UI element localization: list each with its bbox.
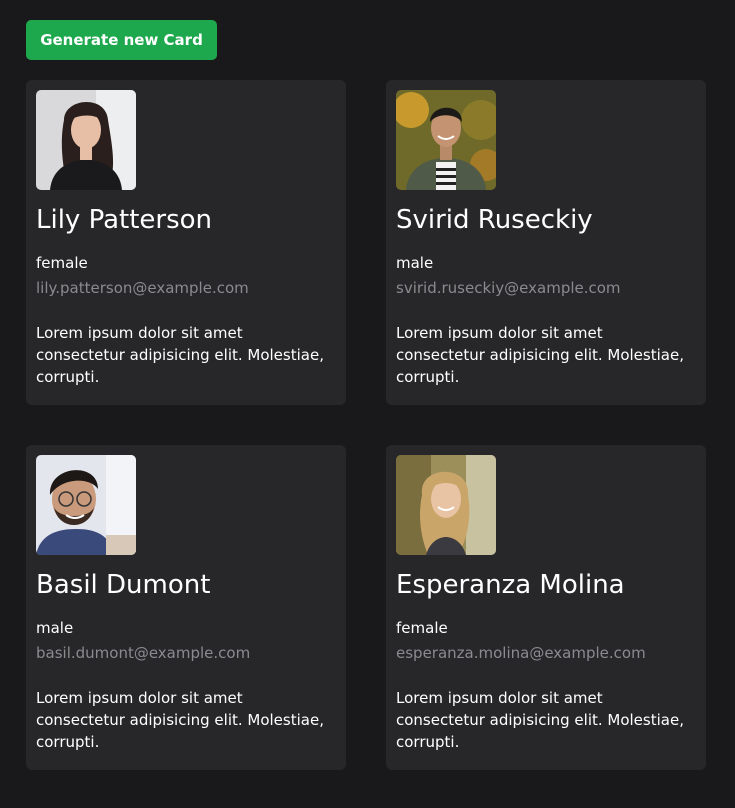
- card-gender: female: [396, 619, 448, 637]
- card-email: esperanza.molina@example.com: [396, 644, 646, 662]
- card-name: Svirid Ruseckiy: [396, 205, 593, 235]
- card-gender: male: [396, 254, 434, 272]
- card-email: lily.patterson@example.com: [36, 279, 249, 297]
- card-description: Lorem ipsum dolor sit amet consectetur a…: [396, 689, 684, 751]
- user-card: Basil Dumont male basil.dumont@example.c…: [26, 445, 346, 770]
- card-description: Lorem ipsum dolor sit amet consectetur a…: [36, 689, 324, 751]
- user-card: Esperanza Molina female esperanza.molina…: [386, 445, 706, 770]
- user-card: Svirid Ruseckiy male svirid.ruseckiy@exa…: [386, 80, 706, 405]
- card-email: svirid.ruseckiy@example.com: [396, 279, 621, 297]
- card-email: basil.dumont@example.com: [36, 644, 251, 662]
- card-gender: female: [36, 254, 88, 272]
- app-page: Generate new Card Lily Patterson female …: [0, 0, 735, 808]
- card-description: Lorem ipsum dolor sit amet consectetur a…: [36, 324, 324, 386]
- generate-card-button[interactable]: Generate new Card: [26, 20, 217, 60]
- card-name: Basil Dumont: [36, 570, 211, 600]
- user-card: Lily Patterson female lily.patterson@exa…: [26, 80, 346, 405]
- avatar: [396, 90, 496, 190]
- card-name: Lily Patterson: [36, 205, 213, 235]
- avatar: [396, 455, 496, 555]
- avatar: [36, 90, 136, 190]
- card-gender: male: [36, 619, 74, 637]
- avatar: [36, 455, 136, 555]
- card-name: Esperanza Molina: [396, 570, 625, 600]
- card-description: Lorem ipsum dolor sit amet consectetur a…: [396, 324, 684, 386]
